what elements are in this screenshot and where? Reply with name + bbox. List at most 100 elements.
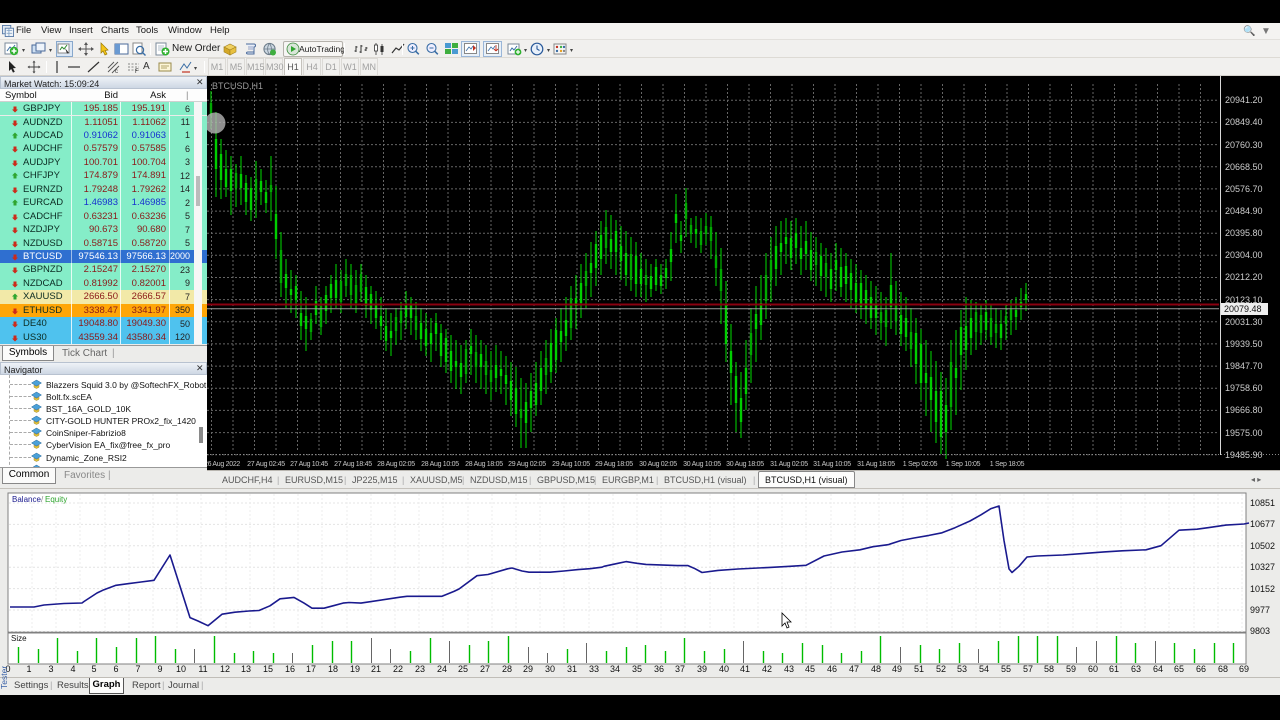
svg-text:20304.00: 20304.00 <box>1225 250 1263 260</box>
svg-text:18: 18 <box>328 664 338 674</box>
svg-text:c: c <box>115 69 118 74</box>
svg-text:20849.40: 20849.40 <box>1225 117 1263 127</box>
svg-text:27 Aug 10:45: 27 Aug 10:45 <box>290 461 328 468</box>
svg-text:30: 30 <box>545 664 555 674</box>
svg-text:59: 59 <box>1066 664 1076 674</box>
svg-text:43: 43 <box>784 664 794 674</box>
svg-text:26 Aug 2022: 26 Aug 2022 <box>207 461 240 468</box>
svg-text:10677: 10677 <box>1250 519 1275 529</box>
svg-text:4: 4 <box>70 664 75 674</box>
svg-text:9977: 9977 <box>1250 605 1270 615</box>
svg-text:33: 33 <box>589 664 599 674</box>
svg-text:29 Aug 02:05: 29 Aug 02:05 <box>508 461 546 468</box>
svg-text:20576.70: 20576.70 <box>1225 184 1263 194</box>
svg-text:BTCUSD,H1: BTCUSD,H1 <box>212 81 263 91</box>
svg-text:35: 35 <box>632 664 642 674</box>
svg-text:10: 10 <box>176 664 186 674</box>
svg-text:22: 22 <box>393 664 403 674</box>
svg-text:10327: 10327 <box>1250 562 1275 572</box>
svg-text:1: 1 <box>26 664 31 674</box>
svg-text:66: 66 <box>1196 664 1206 674</box>
svg-text:30 Aug 02:05: 30 Aug 02:05 <box>639 461 677 468</box>
svg-text:29 Aug 10:05: 29 Aug 10:05 <box>552 461 590 468</box>
svg-text:19666.80: 19666.80 <box>1225 405 1263 415</box>
svg-text:51: 51 <box>914 664 924 674</box>
svg-text:27 Aug 18:45: 27 Aug 18:45 <box>334 461 372 468</box>
svg-text:27: 27 <box>480 664 490 674</box>
svg-text:29: 29 <box>523 664 533 674</box>
svg-text:19485.90: 19485.90 <box>1225 450 1263 460</box>
svg-text:25: 25 <box>458 664 468 674</box>
svg-text:F: F <box>135 69 139 74</box>
svg-text:41: 41 <box>740 664 750 674</box>
svg-text:20031.30: 20031.30 <box>1225 317 1263 327</box>
svg-text:45: 45 <box>805 664 815 674</box>
svg-text:15: 15 <box>263 664 273 674</box>
svg-text:31 Aug 02:05: 31 Aug 02:05 <box>770 461 808 468</box>
svg-text:9803: 9803 <box>1250 626 1270 636</box>
svg-text:21: 21 <box>371 664 381 674</box>
svg-text:63: 63 <box>1131 664 1141 674</box>
svg-text:64: 64 <box>1153 664 1163 674</box>
svg-text:28 Aug 18:05: 28 Aug 18:05 <box>465 461 503 468</box>
svg-text:27 Aug 02:45: 27 Aug 02:45 <box>247 461 285 468</box>
svg-text:57: 57 <box>1023 664 1033 674</box>
svg-text:23: 23 <box>415 664 425 674</box>
svg-text:20760.30: 20760.30 <box>1225 140 1263 150</box>
svg-text:10152: 10152 <box>1250 584 1275 594</box>
svg-text:34: 34 <box>610 664 620 674</box>
svg-text:28: 28 <box>502 664 512 674</box>
svg-text:20668.50: 20668.50 <box>1225 162 1263 172</box>
svg-text:68: 68 <box>1218 664 1228 674</box>
svg-text:58: 58 <box>1044 664 1054 674</box>
svg-text:55: 55 <box>1001 664 1011 674</box>
svg-text:6: 6 <box>113 664 118 674</box>
svg-text:Equity: Equity <box>45 495 67 504</box>
svg-text:12: 12 <box>220 664 230 674</box>
svg-text:53: 53 <box>957 664 967 674</box>
svg-text:9: 9 <box>157 664 162 674</box>
svg-text:46: 46 <box>827 664 837 674</box>
svg-text:40: 40 <box>719 664 729 674</box>
svg-text:39: 39 <box>697 664 707 674</box>
svg-text:13: 13 <box>241 664 251 674</box>
svg-text:5: 5 <box>91 664 96 674</box>
svg-text:29 Aug 18:05: 29 Aug 18:05 <box>595 461 633 468</box>
svg-text:19939.50: 19939.50 <box>1225 339 1263 349</box>
svg-text:11: 11 <box>198 664 207 674</box>
svg-text:Balance: Balance <box>12 495 41 504</box>
svg-text:7: 7 <box>135 664 140 674</box>
svg-text:65: 65 <box>1174 664 1184 674</box>
svg-text:19575.00: 19575.00 <box>1225 428 1263 438</box>
svg-text:30 Aug 10:05: 30 Aug 10:05 <box>683 461 721 468</box>
svg-text:17: 17 <box>306 664 316 674</box>
svg-text:61: 61 <box>1109 664 1119 674</box>
svg-text:20212.20: 20212.20 <box>1225 272 1263 282</box>
svg-text:19758.60: 19758.60 <box>1225 383 1263 393</box>
svg-text:36: 36 <box>654 664 664 674</box>
svg-text:31 Aug 10:05: 31 Aug 10:05 <box>813 461 851 468</box>
svg-text:28 Aug 10:05: 28 Aug 10:05 <box>421 461 459 468</box>
svg-text:10502: 10502 <box>1250 541 1275 551</box>
svg-text:1 Sep 18:05: 1 Sep 18:05 <box>990 461 1025 468</box>
svg-text:31: 31 <box>567 664 577 674</box>
svg-text:19847.70: 19847.70 <box>1225 361 1263 371</box>
svg-text:Size: Size <box>11 634 27 643</box>
svg-text:20941.20: 20941.20 <box>1225 95 1263 105</box>
svg-text:52: 52 <box>936 664 946 674</box>
svg-text:54: 54 <box>979 664 989 674</box>
svg-text:48: 48 <box>871 664 881 674</box>
svg-text:3: 3 <box>48 664 53 674</box>
svg-text:16: 16 <box>285 664 295 674</box>
svg-text:10851: 10851 <box>1250 498 1275 508</box>
svg-text:19: 19 <box>350 664 360 674</box>
svg-text:60: 60 <box>1088 664 1098 674</box>
svg-text:20079.48: 20079.48 <box>1224 304 1262 314</box>
svg-text:1 Sep 02:05: 1 Sep 02:05 <box>903 461 938 468</box>
svg-text:37: 37 <box>675 664 685 674</box>
svg-text:42: 42 <box>762 664 772 674</box>
svg-text:49: 49 <box>892 664 902 674</box>
svg-text:28 Aug 02:05: 28 Aug 02:05 <box>377 461 415 468</box>
svg-text:1 Sep 10:05: 1 Sep 10:05 <box>946 461 981 468</box>
svg-text:47: 47 <box>849 664 859 674</box>
